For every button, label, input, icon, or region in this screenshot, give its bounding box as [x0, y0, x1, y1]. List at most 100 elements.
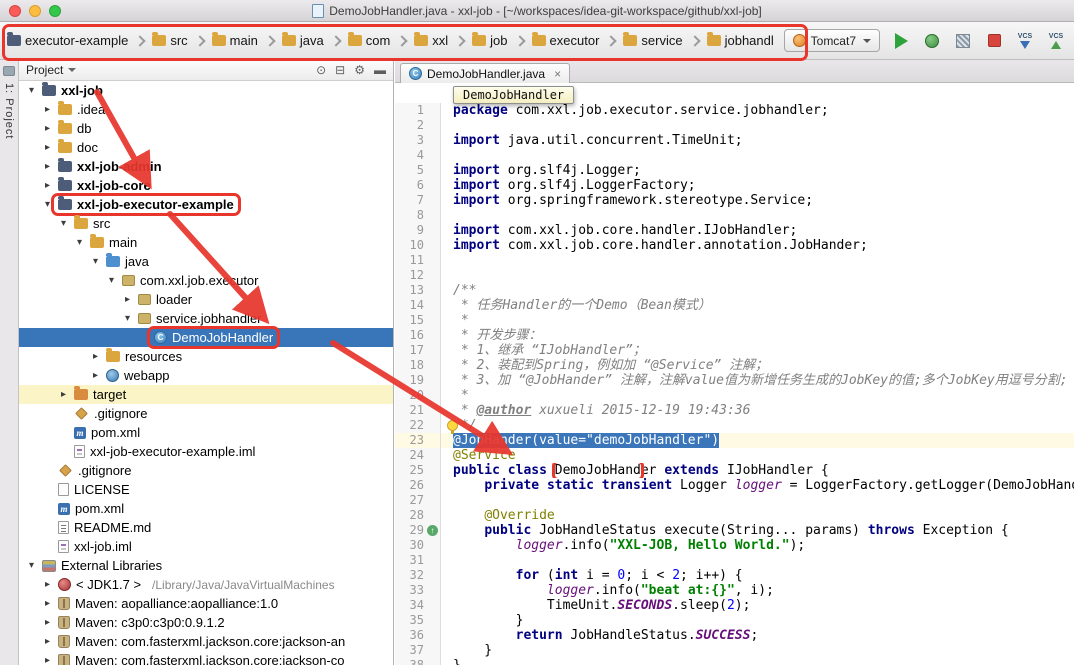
tree-item-maven-c3p0-c3p0-0-9-1-2[interactable]: ▸Maven: c3p0:c3p0:0.9.1.2	[19, 613, 393, 632]
chevron-right-icon[interactable]: ▸	[89, 370, 102, 381]
tree-item-main[interactable]: ▾main	[19, 233, 393, 252]
stop-button[interactable]	[984, 31, 1004, 51]
tree-item-gitignore[interactable]: .gitignore	[19, 404, 393, 423]
breadcrumb-item-jobhandler[interactable]: jobhandler	[704, 31, 774, 50]
collapse-all-icon[interactable]: ⊟	[335, 63, 345, 77]
editor-tab-demojobhandler[interactable]: DemoJobHandler.java ×	[400, 63, 570, 83]
code-line-25[interactable]: 25public class DemoJobHander extends IJo…	[395, 463, 1074, 478]
tree-item-xxl-job-core[interactable]: ▸xxl-job-core	[19, 176, 393, 195]
chevron-right-icon[interactable]: ▸	[41, 636, 54, 647]
code-line-12[interactable]: 12	[395, 268, 1074, 283]
code-line-3[interactable]: 3import java.util.concurrent.TimeUnit;	[395, 133, 1074, 148]
close-window-button[interactable]	[9, 5, 21, 17]
code-line-32[interactable]: 32 for (int i = 0; i < 2; i++) {	[395, 568, 1074, 583]
tree-item-external-libraries[interactable]: ▾External Libraries	[19, 556, 393, 575]
vcs-commit-button[interactable]: VCS	[1046, 31, 1066, 51]
chevron-right-icon[interactable]: ▸	[89, 351, 102, 362]
tree-item-license[interactable]: LICENSE	[19, 480, 393, 499]
tree-item-pom-xml[interactable]: pom.xml	[19, 423, 393, 442]
code-line-35[interactable]: 35 }	[395, 613, 1074, 628]
code-line-7[interactable]: 7import org.springframework.stereotype.S…	[395, 193, 1074, 208]
tree-item-xxl-job-iml[interactable]: xxl-job.iml	[19, 537, 393, 556]
tree-item-gitignore[interactable]: .gitignore	[19, 461, 393, 480]
tree-item-maven-com-fasterxml-jackson-core-jackson-an[interactable]: ▸Maven: com.fasterxml.jackson.core:jacks…	[19, 632, 393, 651]
chevron-right-icon[interactable]: ▸	[41, 142, 54, 153]
tree-item-db[interactable]: ▸db	[19, 119, 393, 138]
chevron-right-icon[interactable]: ▸	[41, 655, 54, 665]
chevron-right-icon[interactable]: ▸	[57, 389, 70, 400]
code-line-23[interactable]: 23@JobHander(value="demoJobHandler")	[395, 433, 1074, 448]
tree-item-doc[interactable]: ▸doc	[19, 138, 393, 157]
chevron-right-icon[interactable]: ▸	[41, 579, 54, 590]
override-method-icon[interactable]: ↑	[427, 525, 438, 536]
code-line-6[interactable]: 6import org.slf4j.LoggerFactory;	[395, 178, 1074, 193]
breadcrumb-item-service[interactable]: service	[620, 31, 685, 50]
context-breadcrumb-chip[interactable]: DemoJobHandler	[453, 86, 574, 104]
code-line-4[interactable]: 4	[395, 148, 1074, 163]
zoom-window-button[interactable]	[49, 5, 61, 17]
tree-item-resources[interactable]: ▸resources	[19, 347, 393, 366]
code-line-38[interactable]: 38}	[395, 658, 1074, 665]
tree-item-maven-com-fasterxml-jackson-core-jackson-co[interactable]: ▸Maven: com.fasterxml.jackson.core:jacks…	[19, 651, 393, 665]
code-line-14[interactable]: 14 * 任务Handler的一个Demo（Bean模式）	[395, 298, 1074, 313]
chevron-down-icon[interactable]: ▾	[25, 85, 38, 96]
tree-item-jdk1-7[interactable]: ▸< JDK1.7 >/Library/Java/JavaVirtualMach…	[19, 575, 393, 594]
run-with-coverage-button[interactable]	[953, 31, 973, 51]
run-button[interactable]	[891, 31, 911, 51]
settings-icon[interactable]: ⚙	[354, 63, 365, 77]
intention-bulb-icon[interactable]	[447, 420, 458, 431]
tree-item-service-jobhandler[interactable]: ▾service.jobhandler	[19, 309, 393, 328]
code-line-5[interactable]: 5import org.slf4j.Logger;	[395, 163, 1074, 178]
code-line-1[interactable]: 1package com.xxl.job.executor.service.jo…	[395, 103, 1074, 118]
tree-item-demojobhandler[interactable]: DemoJobHandler	[19, 328, 393, 347]
chevron-right-icon[interactable]: ▸	[41, 123, 54, 134]
chevron-down-icon[interactable]: ▾	[57, 218, 70, 229]
tree-item-idea[interactable]: ▸.idea	[19, 100, 393, 119]
code-line-36[interactable]: 36 return JobHandleStatus.SUCCESS;	[395, 628, 1074, 643]
run-configuration-selector[interactable]: Tomcat7	[784, 29, 880, 52]
vcs-update-button[interactable]: VCS	[1015, 31, 1035, 51]
tree-item-pom-xml[interactable]: pom.xml	[19, 499, 393, 518]
code-line-30[interactable]: 30 logger.info("XXL-JOB, Hello World.");	[395, 538, 1074, 553]
tree-item-target[interactable]: ▸target	[19, 385, 393, 404]
code-line-37[interactable]: 37 }	[395, 643, 1074, 658]
breadcrumb-item-job[interactable]: job	[469, 31, 510, 50]
tree-item-xxl-job[interactable]: ▾xxl-job	[19, 81, 393, 100]
code-line-22[interactable]: 22 */	[395, 418, 1074, 433]
locate-icon[interactable]: ⊙	[316, 63, 326, 77]
tree-item-webapp[interactable]: ▸webapp	[19, 366, 393, 385]
code-line-2[interactable]: 2	[395, 118, 1074, 133]
project-view-selector[interactable]: Project	[26, 63, 76, 77]
code-line-17[interactable]: 17 * 1、继承 “IJobHandler”；	[395, 343, 1074, 358]
code-line-28[interactable]: 28 @Override	[395, 508, 1074, 523]
chevron-right-icon[interactable]: ▸	[41, 617, 54, 628]
chevron-down-icon[interactable]: ▾	[41, 199, 54, 210]
tree-item-src[interactable]: ▾src	[19, 214, 393, 233]
tree-item-maven-aopalliance-aopalliance-1-0[interactable]: ▸Maven: aopalliance:aopalliance:1.0	[19, 594, 393, 613]
chevron-down-icon[interactable]: ▾	[25, 560, 38, 571]
breadcrumb-item-src[interactable]: src	[149, 31, 190, 50]
code-line-20[interactable]: 20 *	[395, 388, 1074, 403]
chevron-down-icon[interactable]: ▾	[121, 313, 134, 324]
project-tool-window-button[interactable]: 1: Project	[3, 83, 15, 139]
code-line-8[interactable]: 8	[395, 208, 1074, 223]
code-line-31[interactable]: 31	[395, 553, 1074, 568]
code-line-15[interactable]: 15 *	[395, 313, 1074, 328]
chevron-right-icon[interactable]: ▸	[41, 180, 54, 191]
code-line-11[interactable]: 11	[395, 253, 1074, 268]
chevron-down-icon[interactable]: ▾	[73, 237, 86, 248]
breadcrumb-item-java[interactable]: java	[279, 31, 327, 50]
code-line-24[interactable]: 24@Service	[395, 448, 1074, 463]
code-line-19[interactable]: 19 * 3、加 “@JobHander” 注解，注解value值为新增任务生成…	[395, 373, 1074, 388]
code-line-26[interactable]: 26 private static transient Logger logge…	[395, 478, 1074, 493]
close-tab-icon[interactable]: ×	[554, 68, 561, 80]
tree-item-com-xxl-job-executor[interactable]: ▾com.xxl.job.executor	[19, 271, 393, 290]
code-line-27[interactable]: 27	[395, 493, 1074, 508]
code-line-13[interactable]: 13/**	[395, 283, 1074, 298]
code-line-21[interactable]: 21 * @author xuxueli 2015-12-19 19:43:36	[395, 403, 1074, 418]
debug-button[interactable]	[922, 31, 942, 51]
breadcrumb-item-executor[interactable]: executor	[529, 31, 603, 50]
code-line-34[interactable]: 34 TimeUnit.SECONDS.sleep(2);	[395, 598, 1074, 613]
breadcrumb-item-executor-example[interactable]: executor-example	[4, 31, 131, 50]
minimize-window-button[interactable]	[29, 5, 41, 17]
